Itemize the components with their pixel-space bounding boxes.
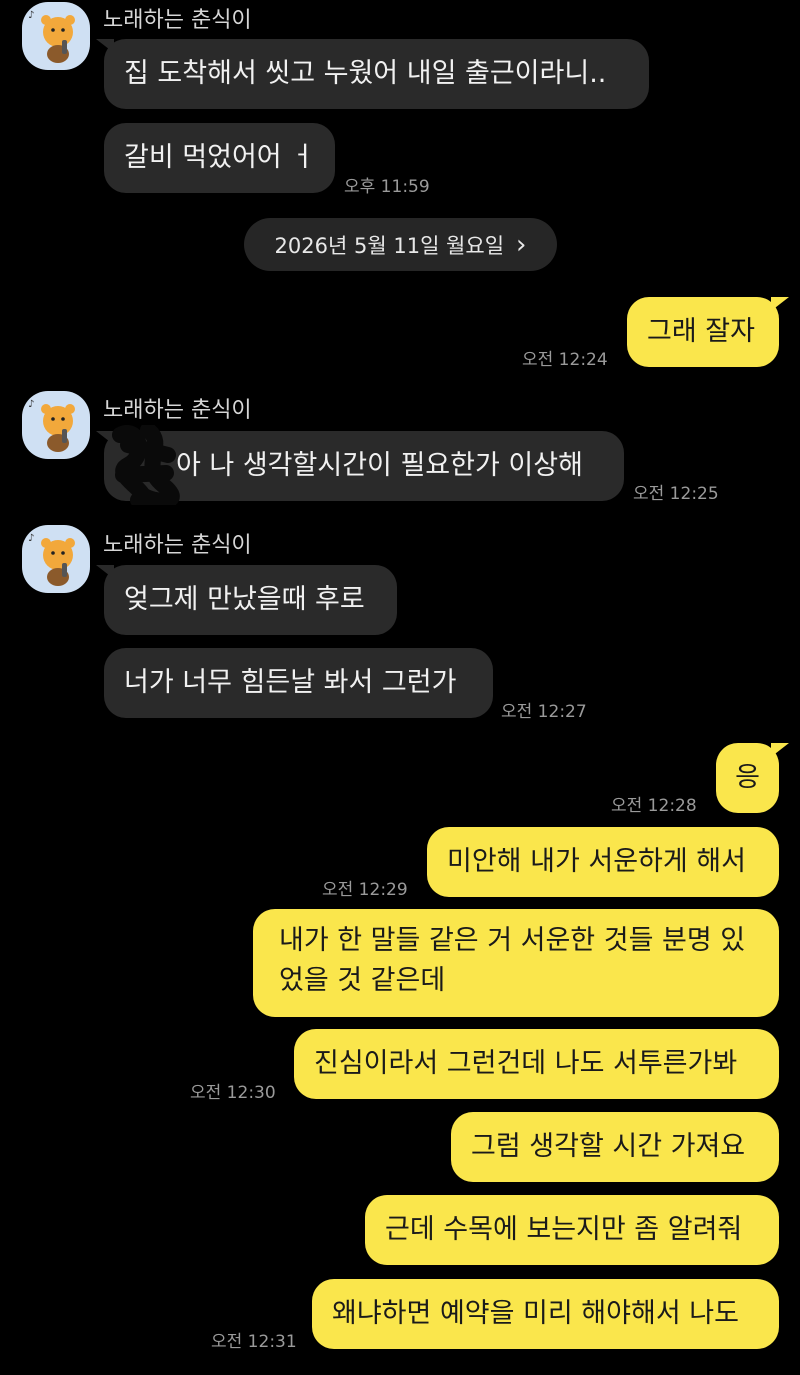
message-time: 오전 12:28 bbox=[611, 796, 697, 816]
sender-name: 노래하는 춘식이 bbox=[103, 8, 252, 33]
message-text: 너가 너무 힘든날 봐서 그런가 bbox=[124, 667, 457, 698]
redaction-scribble bbox=[112, 425, 180, 505]
message-bubble[interactable]: 응 bbox=[716, 743, 779, 813]
message-bubble[interactable]: 진심이라서 그런건데 나도 서투른가봐 bbox=[294, 1029, 779, 1099]
character-icon: ♪ bbox=[28, 399, 75, 452]
message-text: 진심이라서 그런건데 나도 서투른가봐 bbox=[314, 1048, 738, 1079]
bubble-tail bbox=[96, 565, 114, 579]
bubble-tail bbox=[771, 743, 789, 757]
message-time: 오전 12:30 bbox=[190, 1083, 276, 1103]
avatar[interactable]: ♪ bbox=[22, 525, 90, 593]
sender-name: 노래하는 춘식이 bbox=[103, 398, 252, 423]
message-text: 미안해 내가 서운하게 해서 bbox=[447, 846, 746, 877]
message-bubble[interactable]: 엊그제 만났을때 후로 bbox=[104, 565, 397, 635]
message-text: 갈비 먹었어어 ㅓ bbox=[124, 142, 316, 173]
message-text: 내가 한 말들 같은 거 서운한 것들 분명 있었을 것 같은데 bbox=[279, 925, 746, 996]
message-bubble[interactable]: 집 도착해서 씻고 누웠어 내일 출근이라니.. bbox=[104, 39, 649, 109]
message-text: 그래 잘자 bbox=[647, 316, 755, 347]
message-bubble[interactable]: 근데 수목에 보는지만 좀 알려줘 bbox=[365, 1195, 779, 1265]
message-bubble[interactable]: 그래 잘자 bbox=[627, 297, 779, 367]
message-time: 오전 12:24 bbox=[522, 350, 608, 370]
message-time: 오후 11:59 bbox=[344, 177, 430, 197]
bubble-tail bbox=[96, 39, 114, 53]
date-divider-label: 2026년 5월 11일 월요일 bbox=[274, 233, 505, 258]
message-text: 엊그제 만났을때 후로 bbox=[124, 584, 365, 615]
message-bubble[interactable]: 왜냐하면 예약을 미리 해야해서 나도 bbox=[312, 1279, 779, 1349]
sender-name: 노래하는 춘식이 bbox=[103, 533, 252, 558]
message-text: 집 도착해서 씻고 누웠어 내일 출근이라니.. bbox=[124, 58, 607, 89]
message-text: 아 나 생각할시간이 필요한가 이상해 bbox=[176, 450, 583, 481]
date-divider[interactable]: 2026년 5월 11일 월요일 › bbox=[244, 218, 557, 271]
message-bubble[interactable]: 미안해 내가 서운하게 해서 bbox=[427, 827, 779, 897]
character-icon: ♪ bbox=[28, 10, 75, 63]
message-text: 왜냐하면 예약을 미리 해야해서 나도 bbox=[332, 1298, 739, 1329]
message-bubble[interactable]: 내가 한 말들 같은 거 서운한 것들 분명 있었을 것 같은데 bbox=[253, 909, 779, 1017]
message-bubble[interactable]: 갈비 먹었어어 ㅓ bbox=[104, 123, 335, 193]
message-time: 오전 12:31 bbox=[211, 1332, 297, 1352]
svg-text:♪: ♪ bbox=[28, 399, 34, 410]
avatar[interactable]: ♪ bbox=[22, 2, 90, 70]
character-icon: ♪ bbox=[28, 533, 75, 586]
chevron-right-icon: › bbox=[516, 229, 527, 260]
message-text: 응 bbox=[735, 762, 760, 793]
message-time: 오전 12:25 bbox=[633, 484, 719, 504]
avatar[interactable]: ♪ bbox=[22, 391, 90, 459]
message-bubble[interactable]: 너가 너무 힘든날 봐서 그런가 bbox=[104, 648, 493, 718]
svg-text:♪: ♪ bbox=[28, 533, 34, 544]
svg-text:♪: ♪ bbox=[28, 10, 34, 21]
message-bubble[interactable]: 그럼 생각할 시간 가져요 bbox=[451, 1112, 779, 1182]
message-time: 오전 12:27 bbox=[501, 702, 587, 722]
message-text: 근데 수목에 보는지만 좀 알려줘 bbox=[385, 1214, 743, 1245]
bubble-tail bbox=[771, 297, 789, 311]
message-time: 오전 12:29 bbox=[322, 880, 408, 900]
message-text: 그럼 생각할 시간 가져요 bbox=[471, 1131, 746, 1162]
